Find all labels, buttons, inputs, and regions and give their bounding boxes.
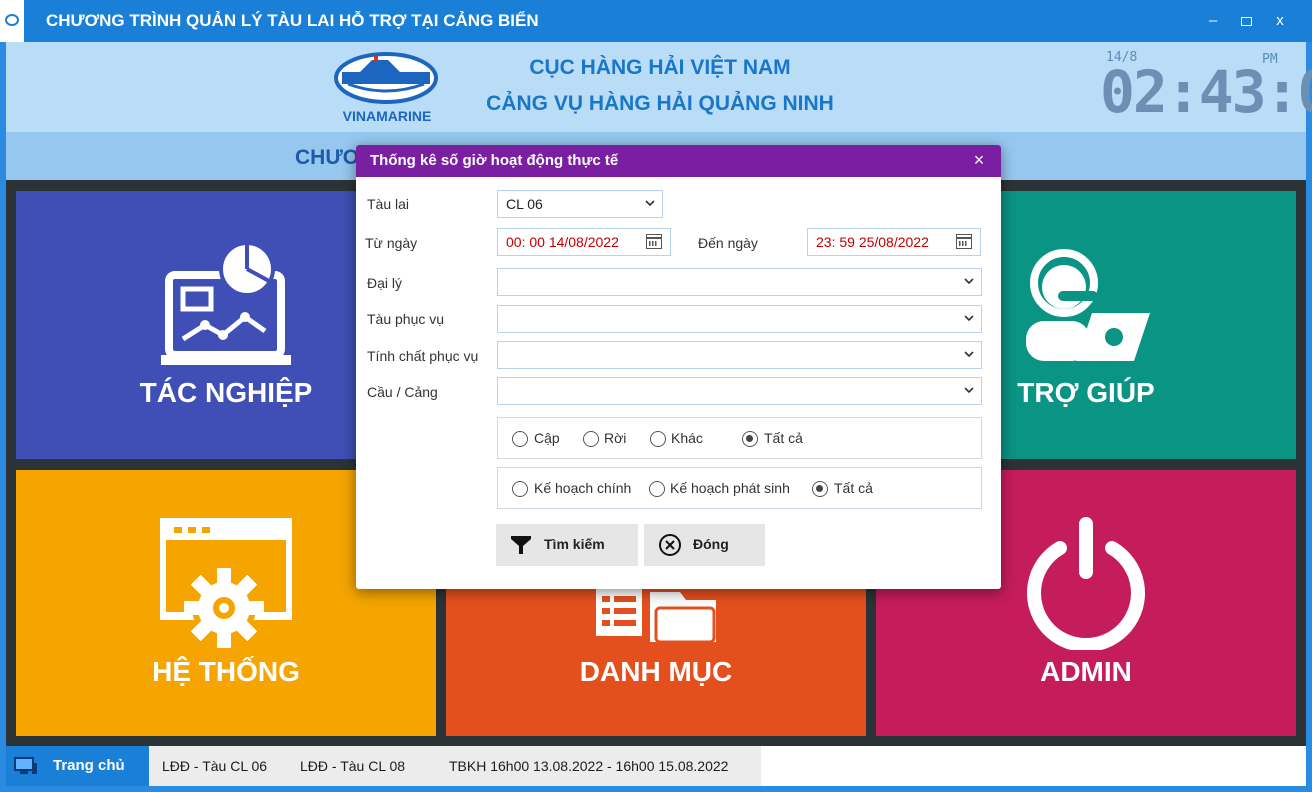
tau-lai-label: Tàu lai [367, 196, 410, 212]
app-icon[interactable] [0, 0, 24, 42]
minimize-button[interactable]: – [1200, 10, 1226, 32]
logo-text: VINAMARINE [342, 108, 432, 124]
tinh-chat-label: Tính chất phục vụ [367, 348, 479, 364]
tinh-chat-select[interactable] [497, 341, 982, 369]
calendar-icon[interactable] [646, 234, 662, 249]
org-subname: CẢNG VỤ HÀNG HẢI QUẢNG NINH [486, 92, 834, 115]
close-circle-icon [659, 534, 681, 556]
tau-lai-select[interactable]: CL 06 [497, 190, 663, 218]
radio-tat-ca-1-label: Tất cả [764, 430, 803, 446]
window-title: CHƯƠNG TRÌNH QUẢN LÝ TÀU LAI HỖ TRỢ TẠI … [46, 11, 539, 30]
report-chart-icon [161, 241, 291, 365]
search-button-label: Tìm kiếm [544, 536, 605, 552]
action-type-group: Cập Rời Khác Tất cả [497, 417, 982, 459]
radio-khac-label: Khác [671, 430, 703, 446]
radio-ke-hoach-phat-sinh-label: Kế hoạch phát sinh [670, 480, 790, 496]
radio-cap-label: Cập [534, 430, 560, 446]
radio-cap[interactable] [512, 431, 528, 447]
tab-tbkh[interactable]: TBKH 16h00 13.08.2022 - 16h00 15.08.2022 [449, 758, 728, 774]
plan-type-group: Kế hoạch chính Kế hoạch phát sinh Tất cả [497, 467, 982, 509]
settings-gear-icon [160, 518, 292, 648]
digital-clock: 02:43:03 [1100, 58, 1312, 126]
radio-ke-hoach-chinh[interactable] [512, 481, 528, 497]
dai-ly-select[interactable] [497, 268, 982, 296]
dialog-close-icon[interactable]: × [968, 149, 990, 171]
cau-cang-select[interactable] [497, 377, 982, 405]
close-window-button[interactable]: x [1267, 10, 1293, 32]
radio-tat-ca-1[interactable] [742, 431, 758, 447]
radio-tat-ca-2-label: Tất cả [834, 480, 873, 496]
close-button[interactable]: Đóng [644, 524, 765, 566]
radio-roi-label: Rời [604, 430, 627, 446]
den-ngay-label: Đến ngày [698, 235, 758, 251]
radio-roi[interactable] [583, 431, 599, 447]
tile-label: DANH MỤC [579, 656, 733, 687]
den-ngay-field[interactable]: 23: 59 25/08/2022 [807, 228, 981, 256]
radio-ke-hoach-chinh-label: Kế hoạch chính [534, 480, 632, 496]
tu-ngay-label: Từ ngày [365, 235, 418, 251]
dialog-title: Thống kê số giờ hoạt động thực tế [370, 152, 619, 169]
close-button-label: Đóng [693, 536, 729, 552]
radio-ke-hoach-phat-sinh[interactable] [649, 481, 665, 497]
dai-ly-label: Đại lý [367, 275, 403, 291]
radio-tat-ca-2[interactable] [812, 481, 828, 497]
tau-lai-value: CL 06 [506, 196, 543, 212]
subheader-title: CHƯƠ [295, 146, 361, 169]
search-button[interactable]: Tìm kiếm [496, 524, 638, 566]
org-name: CỤC HÀNG HẢI VIỆT NAM [529, 56, 791, 79]
statistics-dialog: Thống kê số giờ hoạt động thực tế × Tàu … [356, 145, 1001, 589]
tile-label: ADMIN [1040, 656, 1132, 687]
tau-phuc-vu-label: Tàu phục vụ [367, 311, 445, 327]
cau-cang-label: Cầu / Cảng [367, 384, 438, 400]
tab-ldd-cl08[interactable]: LĐĐ - Tàu CL 08 [300, 758, 405, 774]
den-ngay-value: 23: 59 25/08/2022 [816, 234, 929, 250]
tab-ldd-cl06[interactable]: LĐĐ - Tàu CL 06 [162, 758, 267, 774]
tau-phuc-vu-select[interactable] [497, 305, 982, 333]
radio-khac[interactable] [650, 431, 666, 447]
power-icon [1027, 517, 1145, 650]
tu-ngay-value: 00: 00 14/08/2022 [506, 234, 619, 250]
calendar-icon[interactable] [956, 234, 972, 249]
tu-ngay-field[interactable]: 00: 00 14/08/2022 [497, 228, 671, 256]
tab-home-label: Trang chủ [53, 757, 125, 774]
chevron-down-icon [964, 387, 974, 394]
support-agent-icon [1026, 249, 1150, 361]
chevron-down-icon [964, 351, 974, 358]
chevron-down-icon [964, 315, 974, 322]
monitor-icon [14, 757, 37, 774]
catalog-folder-icon [596, 588, 716, 644]
tile-label: HỆ THỐNG [152, 656, 300, 687]
maximize-button[interactable] [1233, 10, 1259, 32]
filter-icon [511, 536, 531, 554]
chevron-down-icon [964, 278, 974, 285]
chevron-down-icon [645, 200, 655, 207]
